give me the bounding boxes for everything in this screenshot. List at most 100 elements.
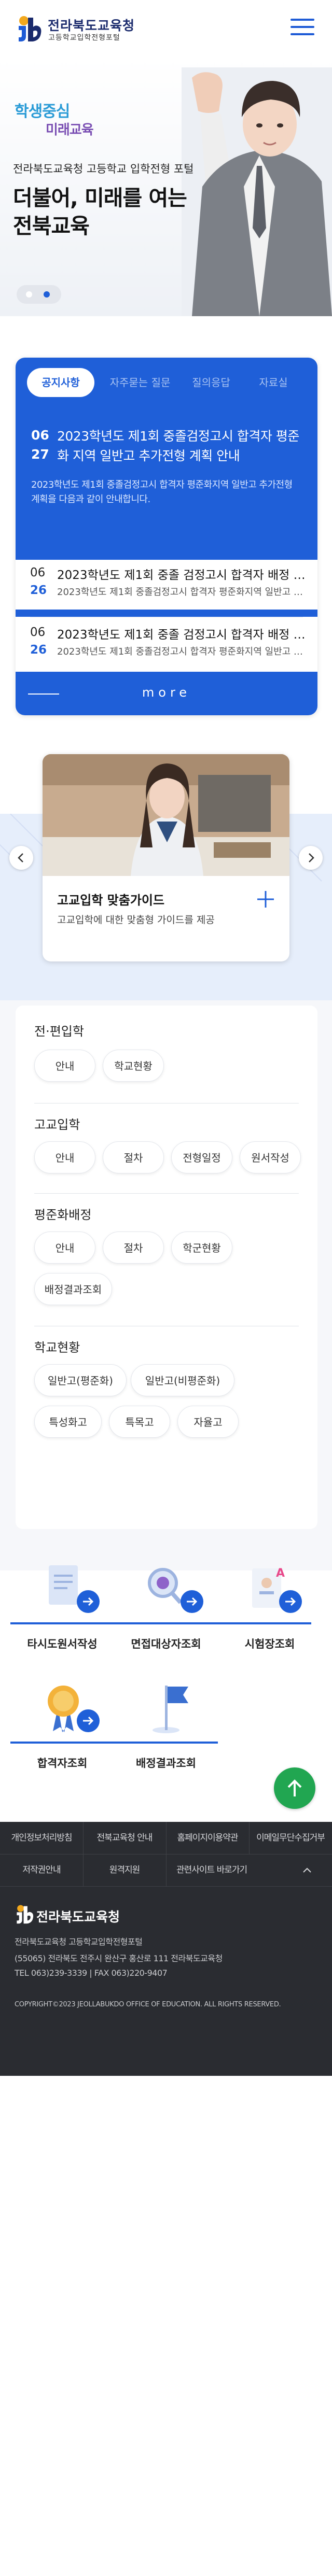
site-header: 전라북도교육청 고등학교입학전형포털 [0, 0, 332, 57]
tab-archive[interactable]: 자료실 [247, 368, 299, 397]
chevron-left-icon [18, 853, 23, 862]
hero-banner: 학생중심 미래교육 전라북도교육청 고등학교 입학전형 포털 더불어, 미래를 … [0, 57, 332, 316]
assignment-result-button[interactable]: 배정결과조회 [34, 1273, 112, 1305]
transfer-guide-button[interactable]: 안내 [34, 1050, 95, 1082]
slogan-emblem: 학생중심 미래교육 [15, 98, 94, 138]
svg-text:A: A [276, 1567, 285, 1580]
menu-bar-icon [290, 33, 314, 35]
featured-body: 2023학년도 제1회 중졸검정고시 합격자 평준화지역 일반고 추가전형 계획… [31, 479, 293, 505]
notice-title[interactable]: 2023학년도 제1회 중졸 검정고시 합격자 배정 결과 [57, 625, 306, 642]
service-application[interactable]: 타시도원서작성 [10, 1560, 114, 1653]
admission-process-button[interactable]: 절차 [103, 1141, 164, 1173]
assignment-process-button[interactable]: 절차 [103, 1232, 164, 1264]
service-label: 면접대상자조회 [131, 1638, 201, 1650]
featured-day: 27 [31, 447, 49, 462]
slogan-line-1: 학생중심 [15, 103, 70, 121]
divider [114, 1622, 218, 1624]
service-assignment-result[interactable]: 배정결과조회 [114, 1679, 218, 1773]
tab-qna[interactable]: 질의응답 [183, 368, 240, 397]
admission-guide-button[interactable]: 안내 [34, 1141, 95, 1173]
admission-schedule-button[interactable]: 전형일정 [171, 1141, 232, 1173]
menu-bar-icon [290, 26, 314, 28]
site-subtitle: 고등학교입학전형포털 [48, 34, 120, 42]
footer-contact: TEL 063)239-3339 | FAX 063)220-9407 [15, 1968, 168, 1978]
remote-support-link[interactable]: 원격지원 [83, 1854, 166, 1886]
footer-logo-text: 전라북도교육청 [36, 1909, 120, 1924]
flag-icon [153, 1686, 188, 1733]
footer-links-row1: 개인정보처리방침 전북교육청 안내 홈페이지이용약관 이메일무단수집거부 [0, 1822, 332, 1854]
assignment-guide-button[interactable]: 안내 [34, 1232, 95, 1264]
tab-notice[interactable]: 공지사항 [27, 368, 94, 397]
notice-list-item[interactable]: 06 26 2023학년도 제1회 중졸 검정고시 합격자 배정 안내 2023… [16, 560, 317, 610]
hero-title: 더불어, 미래를 여는 전북교육 [13, 186, 187, 238]
notice-day: 26 [30, 584, 47, 597]
service-label: 시험장조회 [244, 1638, 295, 1650]
hero-dot-1[interactable] [26, 291, 32, 298]
divider [114, 1742, 218, 1744]
autonomous-hs-button[interactable]: 자율고 [177, 1406, 239, 1438]
scroll-top-button[interactable] [274, 1767, 315, 1809]
student-model-image [182, 67, 332, 316]
notice-list-item[interactable]: 06 26 2023학년도 제1회 중졸 검정고시 합격자 배정 결과 2023… [16, 619, 317, 669]
notice-title[interactable]: 2023학년도 제1회 중졸 검정고시 합격자 배정 안내 [57, 565, 306, 583]
tab-faq[interactable]: 자주묻는 질문 [104, 368, 176, 397]
arrow-right-icon [77, 1709, 100, 1732]
related-sites-select[interactable]: 관련사이트 바로가기 [166, 1854, 285, 1886]
arrow-right-icon [77, 1590, 100, 1613]
guide-student-image [43, 754, 289, 876]
jb-logo-icon [17, 1905, 34, 1924]
service-label: 배정결과조회 [136, 1757, 196, 1770]
transfer-school-status-button[interactable]: 학교현황 [103, 1050, 164, 1082]
carousel-prev-button[interactable] [9, 846, 33, 870]
site-title[interactable]: 전라북도교육청 [48, 16, 135, 34]
divider [0, 1886, 332, 1887]
service-pass-result[interactable]: 합격자조회 [10, 1679, 114, 1773]
arrow-right-icon [279, 1590, 302, 1613]
notice-board: 공지사항 자주묻는 질문 질의응답 자료실 06 27 2023학년도 제1회 … [16, 358, 317, 715]
email-policy-link[interactable]: 이메일무단수집거부 [249, 1822, 332, 1854]
slogan-line-2: 미래교육 [46, 122, 94, 138]
special-purpose-hs-button[interactable]: 특목고 [109, 1406, 170, 1438]
carousel-next-button[interactable] [299, 846, 323, 870]
general-hs-nonstandardized-button[interactable]: 일반고(비평준화) [131, 1364, 234, 1396]
hero-tagline: 전라북도교육청 고등학교 입학전형 포털 [13, 163, 194, 175]
more-button[interactable]: more [16, 672, 317, 715]
chevron-up-icon[interactable] [301, 1864, 313, 1877]
notice-month: 06 [30, 626, 46, 639]
featured-title[interactable]: 2023학년도 제1회 중졸검정고시 합격자 평준화 지역 일반고 추가전형 계… [57, 427, 306, 466]
general-hs-standardized-button[interactable]: 일반고(평준화) [34, 1364, 127, 1396]
notice-month: 06 [30, 566, 46, 579]
section-title-assignment: 평준화배정 [34, 1208, 92, 1222]
notice-body: 2023학년도 제1회 중졸검정고시 합격자 평준화지역 일반고 배정 결과 [57, 646, 306, 657]
hamburger-menu-button[interactable] [290, 19, 316, 39]
copyright-link[interactable]: 저작권안내 [0, 1854, 83, 1886]
admission-application-button[interactable]: 원서작성 [240, 1141, 301, 1173]
service-interview[interactable]: 면접대상자조회 [114, 1560, 218, 1653]
more-label: more [142, 685, 191, 700]
footer-links-row2: 저작권안내 원격지원 관련사이트 바로가기 [0, 1854, 332, 1886]
guide-card[interactable]: 고교입학 맞춤가이드 고교입학에 대한 맞춤형 가이드를 제공 [43, 754, 289, 961]
privacy-policy-link[interactable]: 개인정보처리방침 [0, 1822, 83, 1854]
notice-day: 26 [30, 643, 47, 657]
service-label: 합격자조회 [37, 1757, 88, 1770]
hero-pagination [17, 285, 61, 304]
divider [10, 1622, 114, 1624]
chevron-right-icon [309, 853, 314, 862]
section-title-transfer: 전·편입학 [34, 1024, 84, 1039]
divider [34, 1193, 299, 1194]
divider [10, 1742, 114, 1744]
arrow-up-icon [287, 1779, 302, 1796]
divider [218, 1622, 311, 1624]
jb-logo-icon[interactable] [16, 15, 43, 43]
office-info-link[interactable]: 전북교육청 안내 [83, 1822, 166, 1854]
section-title-admission: 고교입학 [34, 1117, 80, 1132]
notice-body: 2023학년도 제1회 중졸검정고시 합격자 평준화지역 일반고 배정 결과 [57, 587, 306, 598]
plus-icon[interactable] [255, 889, 276, 910]
school-district-button[interactable]: 학군현황 [171, 1232, 232, 1264]
guide-description: 고교입학에 대한 맞춤형 가이드를 제공 [57, 914, 215, 926]
arrow-right-icon [181, 1590, 203, 1613]
terms-link[interactable]: 홈페이지이용약관 [166, 1822, 249, 1854]
service-exam-site[interactable]: A 시험장조회 [218, 1560, 322, 1653]
vocational-hs-button[interactable]: 특성화고 [34, 1406, 102, 1438]
hero-dot-2[interactable] [44, 291, 50, 298]
